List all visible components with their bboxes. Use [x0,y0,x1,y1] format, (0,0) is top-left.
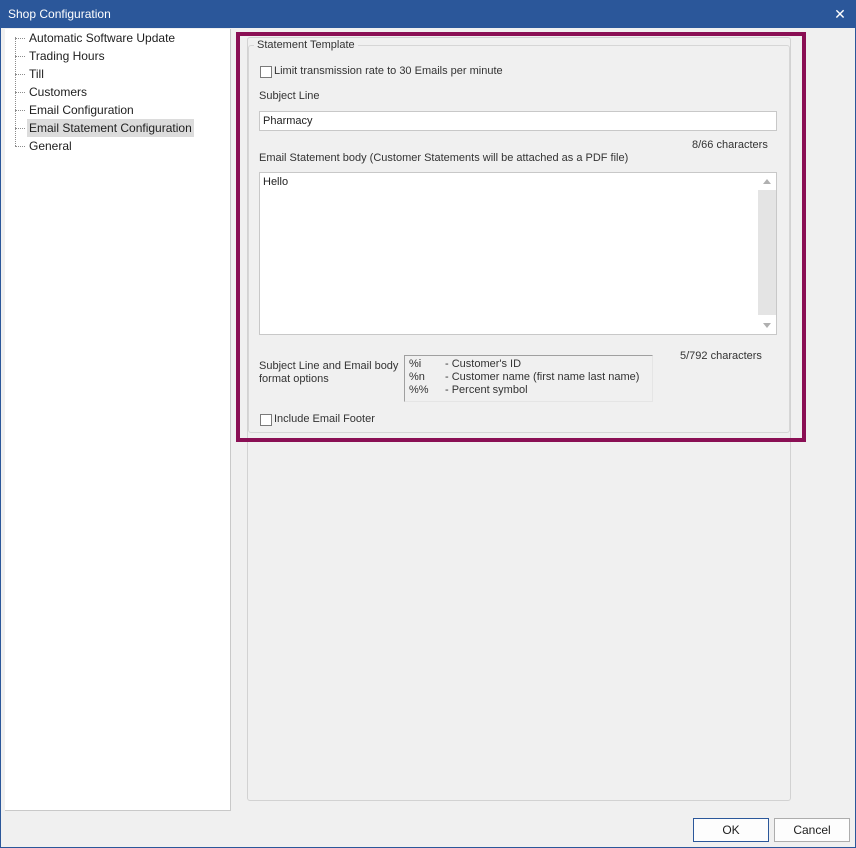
tree-item-label: Email Statement Configuration [27,119,194,137]
title-bar: Shop Configuration ✕ [1,1,855,28]
tree-connector-dots [15,92,25,93]
tree-item-label: Trading Hours [29,49,105,63]
close-icon[interactable]: ✕ [825,1,855,28]
tree-connector-dots [15,56,25,57]
tree-item-label: General [29,139,72,153]
settings-tree: Automatic Software Update Trading Hours … [5,29,231,811]
tree-item-label: Customers [29,85,88,99]
tree-item-label: Till [29,67,44,81]
tree-item-label: Automatic Software Update [29,31,176,45]
shop-configuration-window: Shop Configuration ✕ Automatic Software … [0,0,856,848]
tree-connector-dots [15,74,25,75]
tree-connector-dots [15,128,25,129]
cancel-button[interactable]: Cancel [774,818,850,842]
tree-item-label: Email Configuration [29,103,134,117]
ok-button[interactable]: OK [693,818,769,842]
tree-connector-dots [15,146,25,147]
highlight-frame [236,32,806,442]
window-title: Shop Configuration [8,7,111,21]
tree-connector-dots [15,110,25,111]
tree-connector-dots [15,38,25,39]
